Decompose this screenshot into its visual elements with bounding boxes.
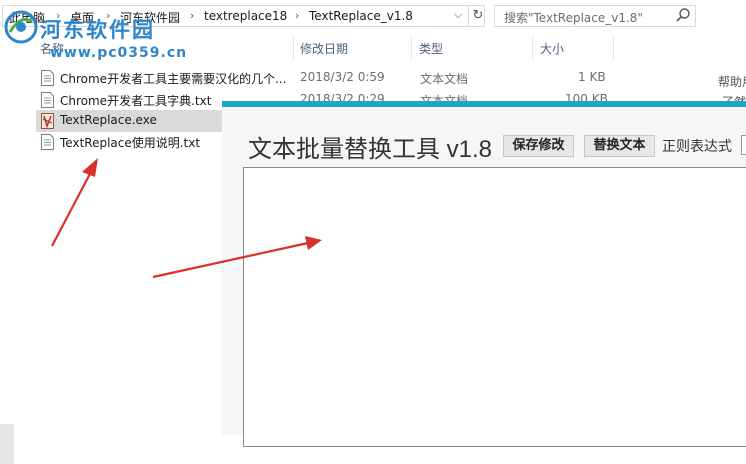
navigation-pane bbox=[0, 34, 36, 464]
text-input-area[interactable] bbox=[243, 167, 746, 447]
file-row[interactable]: Chrome开发者工具主要需要汉化的几个... bbox=[36, 67, 287, 89]
file-name: TextReplace使用说明.txt bbox=[60, 136, 201, 150]
column-size-header[interactable]: 大小 bbox=[540, 40, 564, 57]
background-text-fragment: 帮助用户 bbox=[718, 75, 746, 89]
replace-text-button[interactable]: 替换文本 bbox=[584, 135, 655, 157]
column-divider[interactable] bbox=[293, 36, 294, 60]
column-divider[interactable] bbox=[532, 36, 533, 60]
app-title: 文本批量替换工具 v1.8 bbox=[248, 136, 493, 163]
breadcrumb-current-folder[interactable]: TextReplace_v1.8 bbox=[309, 9, 413, 23]
nav-pane-scrollbar[interactable] bbox=[0, 424, 14, 464]
column-divider[interactable] bbox=[411, 36, 412, 60]
refresh-icon[interactable]: ↻ bbox=[468, 6, 487, 26]
breadcrumb-separator-icon: › bbox=[295, 9, 300, 22]
chevron-down-icon[interactable]: ⌵ bbox=[454, 8, 462, 22]
column-modified-header[interactable]: 修改日期 bbox=[300, 40, 348, 57]
save-changes-button[interactable]: 保存修改 bbox=[503, 135, 574, 157]
regex-label: 正则表达式 bbox=[662, 139, 732, 155]
exe-file-icon bbox=[41, 113, 54, 129]
watermark-logo-icon bbox=[4, 10, 38, 44]
search-placeholder: 搜索"TextReplace_v1.8" bbox=[504, 11, 643, 25]
search-icon[interactable] bbox=[675, 7, 691, 23]
search-box[interactable]: 搜索"TextReplace_v1.8" bbox=[494, 5, 696, 27]
file-name: Chrome开发者工具字典.txt bbox=[60, 94, 212, 108]
file-name: TextReplace.exe bbox=[60, 113, 157, 127]
watermark-title: 河东软件园 bbox=[40, 17, 155, 42]
regex-checkbox[interactable] bbox=[741, 135, 746, 155]
file-type: 文本文档 bbox=[420, 72, 469, 86]
column-type-header[interactable]: 类型 bbox=[419, 40, 443, 57]
breadcrumb-textreplace18[interactable]: textreplace18 bbox=[204, 9, 287, 23]
textreplace-app-window: 文本批量替换工具 v1.8 保存修改 替换文本 正则表达式 bbox=[222, 101, 746, 447]
text-file-icon bbox=[41, 134, 54, 150]
text-file-icon bbox=[41, 70, 54, 86]
file-size: 1 KB bbox=[578, 70, 606, 84]
file-name: Chrome开发者工具主要需要汉化的几个... bbox=[60, 72, 287, 86]
text-file-icon bbox=[41, 92, 54, 108]
watermark-url: www.pc0359.cn bbox=[50, 45, 188, 61]
breadcrumb-separator-icon: › bbox=[190, 9, 195, 22]
file-modified-date: 2018/3/2 0:59 bbox=[300, 70, 385, 84]
column-divider[interactable] bbox=[613, 36, 614, 60]
